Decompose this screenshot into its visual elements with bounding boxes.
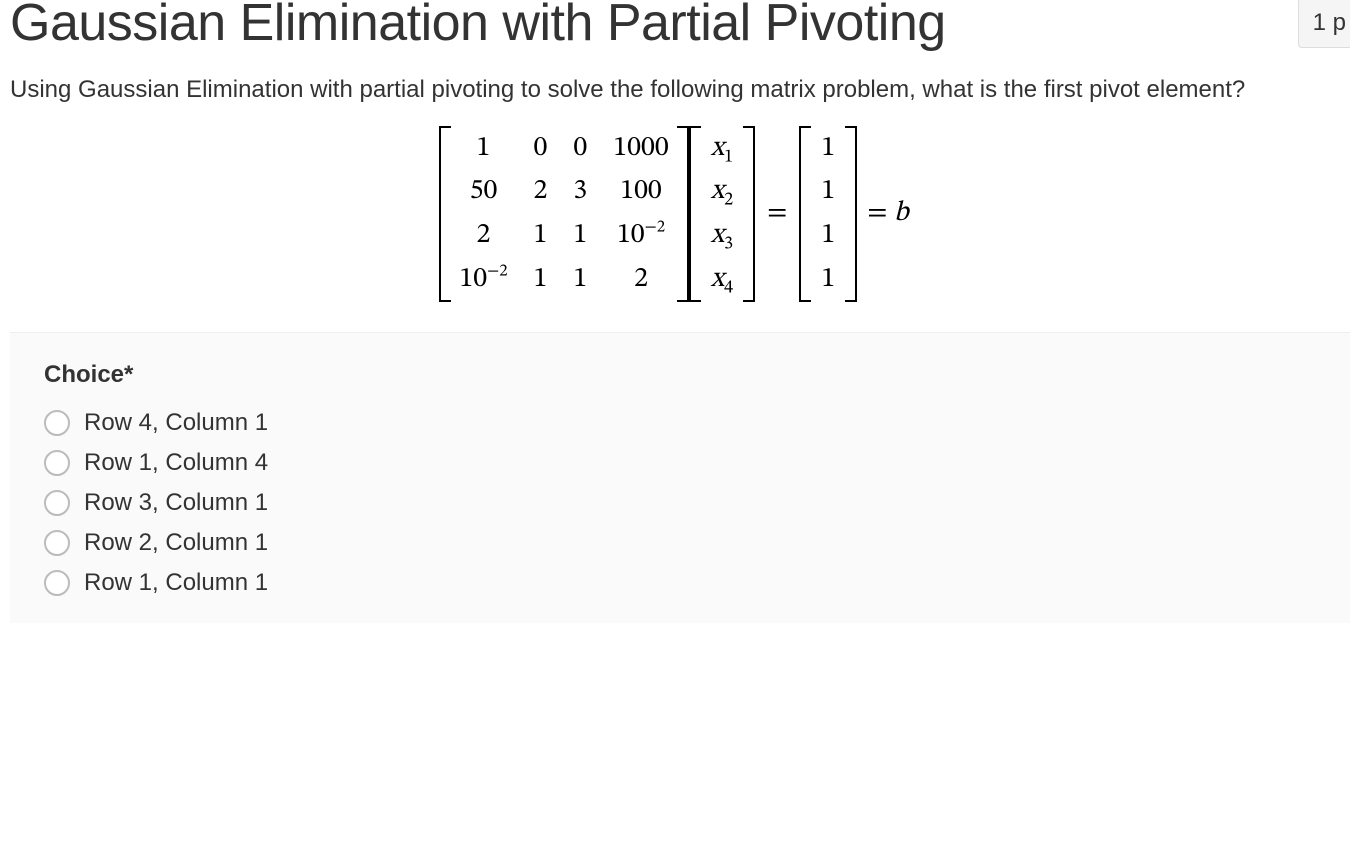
matrix-a-cell: 10−2 — [617, 219, 665, 253]
matrix-a-cell: 1 — [534, 219, 548, 253]
matrix-a-cell: 1 — [573, 219, 587, 253]
vector-b-cell: 1 — [821, 219, 835, 253]
equals-sign-1: = — [767, 196, 787, 231]
matrix-a-cell: 2 — [477, 219, 491, 253]
choice-option[interactable]: Row 4, Column 1 — [44, 403, 1316, 443]
vector-x-cell: x1 — [711, 132, 733, 166]
points-box: 1 p — [1298, 0, 1350, 48]
matrix-a-cell: 3 — [573, 175, 587, 209]
choice-option[interactable]: Row 1, Column 4 — [44, 443, 1316, 483]
equals-b-label: = b — [867, 196, 908, 231]
radio-icon[interactable] — [44, 530, 70, 556]
matrix-a-cell: 0 — [534, 132, 548, 166]
header-row: Gaussian Elimination with Partial Pivoti… — [10, 0, 1350, 64]
matrix-a-cell: 1 — [477, 132, 491, 166]
radio-icon[interactable] — [44, 570, 70, 596]
choice-label: Row 4, Column 1 — [84, 409, 268, 437]
choice-option[interactable]: Row 2, Column 1 — [44, 523, 1316, 563]
choice-option[interactable]: Row 3, Column 1 — [44, 483, 1316, 523]
matrix-a-cell: 50 — [470, 175, 498, 209]
vector-x: x1 x2 x3 x4 — [689, 126, 755, 302]
vector-b-cell: 1 — [821, 263, 835, 297]
vector-x-cell: x3 — [711, 219, 733, 253]
vector-x-cell: x2 — [711, 175, 733, 209]
vector-b-cell: 1 — [821, 132, 835, 166]
matrix-a-cell: 0 — [573, 132, 587, 166]
radio-icon[interactable] — [44, 410, 70, 436]
choices-panel: Choice* Row 4, Column 1 Row 1, Column 4 Ro… — [10, 332, 1350, 623]
vector-b: 1 1 1 1 — [799, 126, 857, 302]
choice-label: Row 3, Column 1 — [84, 489, 268, 517]
question-title: Gaussian Elimination with Partial Pivoti… — [10, 0, 946, 54]
radio-icon[interactable] — [44, 450, 70, 476]
radio-icon[interactable] — [44, 490, 70, 516]
matrix-a-cell: 100 — [620, 175, 662, 209]
choice-option[interactable]: Row 1, Column 1 — [44, 563, 1316, 603]
choice-label: Row 1, Column 1 — [84, 569, 268, 597]
choice-label: Row 1, Column 4 — [84, 449, 268, 477]
matrix-a-cell: 1 — [534, 263, 548, 297]
matrix-a-cell: 2 — [634, 263, 648, 297]
choice-label: Row 2, Column 1 — [84, 529, 268, 557]
matrix-a-cell: 10−2 — [459, 263, 507, 297]
choice-heading: Choice* — [44, 361, 1316, 389]
matrix-a-cell: 1000 — [613, 132, 668, 166]
vector-b-cell: 1 — [821, 175, 835, 209]
matrix-a-cell: 1 — [573, 263, 587, 297]
vector-x-cell: x4 — [711, 263, 733, 297]
question-prompt: Using Gaussian Elimination with partial … — [10, 72, 1350, 108]
equation: 1001000502310021110−210−2112 x1x2x3x4 = … — [10, 126, 1350, 302]
matrix-a-cell: 2 — [534, 175, 548, 209]
question-page: Gaussian Elimination with Partial Pivoti… — [0, 0, 1360, 623]
matrix-a: 1001000502310021110−210−2112 — [439, 126, 688, 302]
